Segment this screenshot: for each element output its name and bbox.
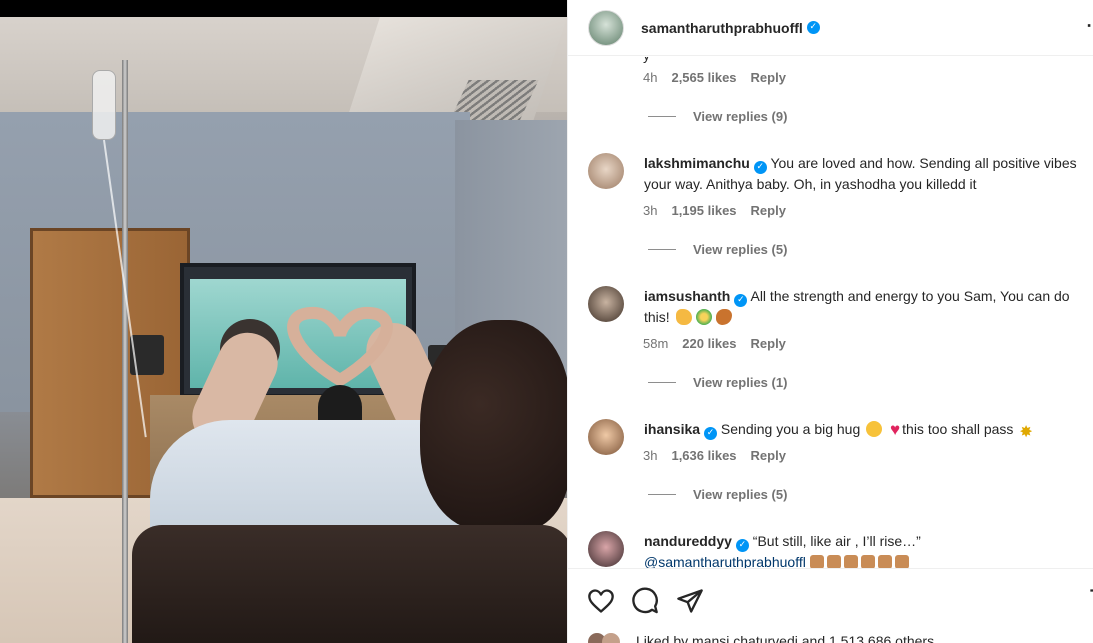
- author-username[interactable]: samantharuthprabhuoffl: [641, 20, 803, 36]
- verified-badge-icon: ✓: [753, 161, 767, 174]
- comment-icon[interactable]: [631, 587, 659, 615]
- comment-text: Sending you a big hug: [720, 421, 861, 437]
- bookmark-icon[interactable]: [1088, 587, 1093, 615]
- view-replies-button[interactable]: View replies (5): [648, 487, 787, 502]
- view-replies-line: [648, 249, 676, 250]
- photo-chair: [132, 525, 567, 643]
- view-replies-label: View replies (5): [693, 242, 788, 257]
- post-side-panel: samantharuthprabhuoffl ✓ ⋅ y 4h 2,565 li…: [567, 0, 1093, 643]
- commenter-avatar[interactable]: [588, 153, 624, 189]
- share-icon[interactable]: [676, 587, 704, 615]
- view-replies-button[interactable]: View replies (5): [648, 242, 787, 257]
- view-replies-line: [648, 382, 676, 383]
- comments-list[interactable]: y 4h 2,565 likes Reply View replies (9) …: [568, 57, 1093, 568]
- comment-body: iamsushanth ✓ All the strength and energy…: [644, 286, 1078, 327]
- comment-item: nandureddyy ✓ “But still, like air , I’ll…: [588, 531, 1078, 568]
- sparkle-emoji-icon: ✸: [1019, 424, 1033, 441]
- more-options-icon[interactable]: ⋅: [1086, 16, 1092, 37]
- verified-badge-icon: ✓: [806, 21, 820, 34]
- comment-likes[interactable]: 1,195 likes: [671, 203, 736, 218]
- comment-item: lakshmimanchu ✓ You are loved and how. Se…: [588, 153, 1078, 194]
- comment-text: “But still, like air , I’ll rise…”: [752, 533, 921, 549]
- comment-item: iamsushanth ✓ All the strength and energy…: [588, 286, 1078, 327]
- comment-text-continued: this too shall pass: [902, 421, 1014, 437]
- commenter-username[interactable]: iamsushanth: [644, 288, 730, 304]
- commenter-avatar[interactable]: [588, 286, 624, 322]
- commenter-username[interactable]: lakshmimanchu: [644, 155, 750, 171]
- verified-badge-icon: ✓: [704, 427, 718, 440]
- comment-reply-button[interactable]: Reply: [751, 203, 786, 218]
- commenter-username[interactable]: nandureddyy: [644, 533, 732, 549]
- view-replies-line: [648, 116, 676, 117]
- bouquet-emoji-icon: [695, 309, 712, 325]
- comment-body: nandureddyy ✓ “But still, like air , I’ll…: [644, 531, 1078, 568]
- partial-comment-text: y: [643, 57, 650, 63]
- comment-meta: 3h 1,195 likes Reply: [643, 203, 786, 218]
- comment-time: 3h: [643, 448, 658, 463]
- view-replies-label: View replies (5): [693, 487, 788, 502]
- clap-emoji-icon: [860, 555, 875, 568]
- comment-likes[interactable]: 2,565 likes: [671, 70, 736, 85]
- comment-time: 3h: [643, 203, 658, 218]
- post-actions-bar: [568, 568, 1093, 643]
- heart-icon[interactable]: [587, 587, 615, 615]
- flexed-biceps-emoji-icon: [675, 309, 692, 325]
- commenter-avatar[interactable]: [588, 531, 624, 567]
- mention-link[interactable]: @samantharuthprabhuoffl: [644, 554, 806, 568]
- view-replies-line: [648, 494, 676, 495]
- photo-heart-hands: [287, 306, 393, 385]
- comment-body: lakshmimanchu ✓ You are loved and how. Se…: [644, 153, 1078, 194]
- view-replies-button[interactable]: View replies (1): [648, 375, 787, 390]
- comment-time: 58m: [643, 336, 669, 351]
- arm-emoji-icon: [715, 309, 732, 325]
- verified-badge-icon: ✓: [735, 539, 749, 552]
- commenter-avatar[interactable]: [588, 419, 624, 455]
- comment-likes[interactable]: 1,636 likes: [671, 448, 736, 463]
- comment-reply-button[interactable]: Reply: [751, 70, 786, 85]
- comment-likes[interactable]: 220 likes: [682, 336, 736, 351]
- comment-reply-button[interactable]: Reply: [751, 448, 786, 463]
- clap-emoji-icon: [809, 555, 824, 568]
- hugging-face-emoji-icon: [866, 421, 883, 437]
- comment-meta: 3h 1,636 likes Reply: [643, 448, 786, 463]
- author-avatar[interactable]: [588, 9, 624, 46]
- clap-emoji-icon: [894, 555, 909, 568]
- view-replies-button[interactable]: View replies (9): [648, 109, 787, 124]
- clap-emoji-icon: [877, 555, 892, 568]
- clap-emoji-icon: [826, 555, 841, 568]
- red-heart-emoji-icon: ♥: [890, 420, 901, 439]
- comment-time: 4h: [643, 70, 658, 85]
- photo-iv-pole: [122, 60, 128, 643]
- liked-by-text[interactable]: Liked by mansi.chaturvedi and 1,513,686 …: [636, 633, 934, 643]
- view-replies-label: View replies (1): [693, 375, 788, 390]
- photo-top-bar: [0, 0, 567, 17]
- clap-emoji-icon: [843, 555, 858, 568]
- commenter-username[interactable]: ihansika: [644, 421, 700, 437]
- comment-meta: 4h 2,565 likes Reply: [643, 70, 786, 85]
- comment-meta: 58m 220 likes Reply: [643, 336, 786, 351]
- photo-hair: [420, 320, 567, 530]
- verified-badge-icon: ✓: [734, 294, 748, 307]
- comment-reply-button[interactable]: Reply: [751, 336, 786, 351]
- view-replies-label: View replies (9): [693, 109, 788, 124]
- photo-iv-bag: [92, 70, 116, 140]
- post-header: samantharuthprabhuoffl ✓ ⋅: [568, 0, 1093, 56]
- post-photo[interactable]: [0, 0, 567, 643]
